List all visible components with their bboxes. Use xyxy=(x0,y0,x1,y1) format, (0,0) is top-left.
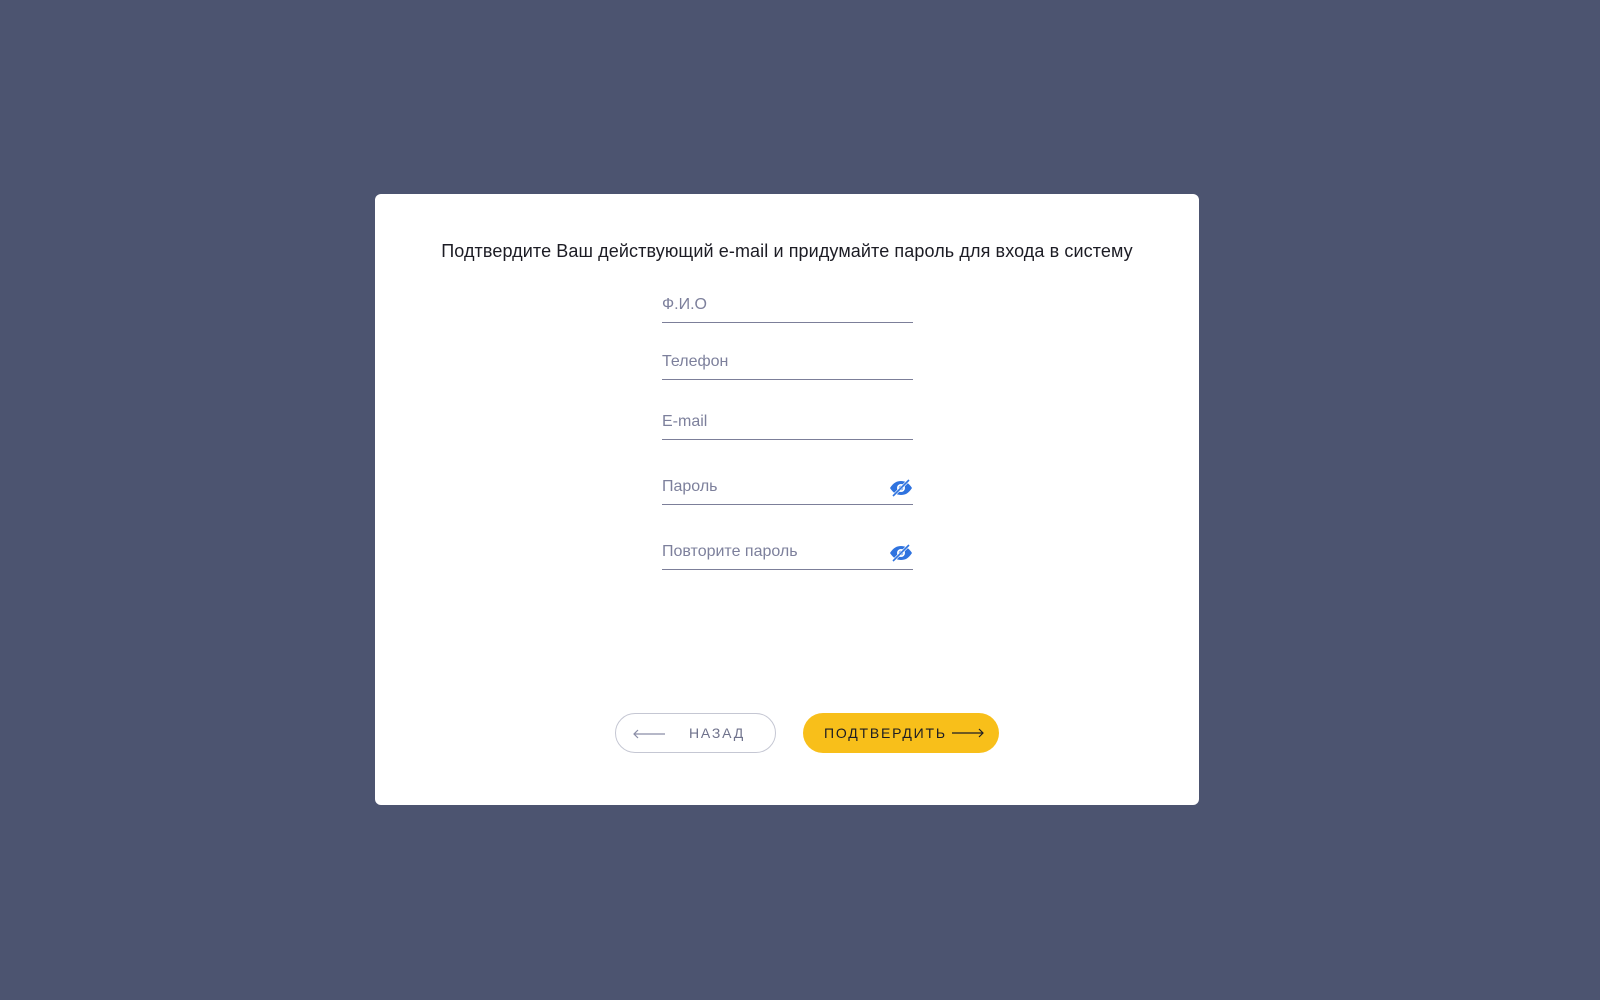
confirm-button-label: ПОДТВЕРДИТЬ xyxy=(824,725,947,741)
back-button[interactable]: НАЗАД xyxy=(615,713,776,753)
password-repeat-field xyxy=(662,535,913,570)
password-repeat-input[interactable] xyxy=(662,535,913,569)
password-field xyxy=(662,470,913,505)
password-input[interactable] xyxy=(662,470,913,504)
form-title: Подтвердите Ваш действующий e-mail и при… xyxy=(441,241,1133,261)
arrow-left-icon xyxy=(632,727,666,743)
registration-card: Подтвердите Ваш действующий e-mail и при… xyxy=(375,194,1199,805)
arrow-right-icon xyxy=(951,726,985,742)
phone-field xyxy=(662,345,913,380)
phone-input[interactable] xyxy=(662,345,913,379)
eye-off-icon[interactable] xyxy=(889,478,913,498)
full-name-field xyxy=(662,288,913,323)
confirm-button[interactable]: ПОДТВЕРДИТЬ xyxy=(803,713,999,753)
email-field xyxy=(662,405,913,440)
email-input[interactable] xyxy=(662,405,913,439)
back-button-label: НАЗАД xyxy=(689,725,746,741)
full-name-input[interactable] xyxy=(662,288,913,322)
eye-off-icon[interactable] xyxy=(889,543,913,563)
